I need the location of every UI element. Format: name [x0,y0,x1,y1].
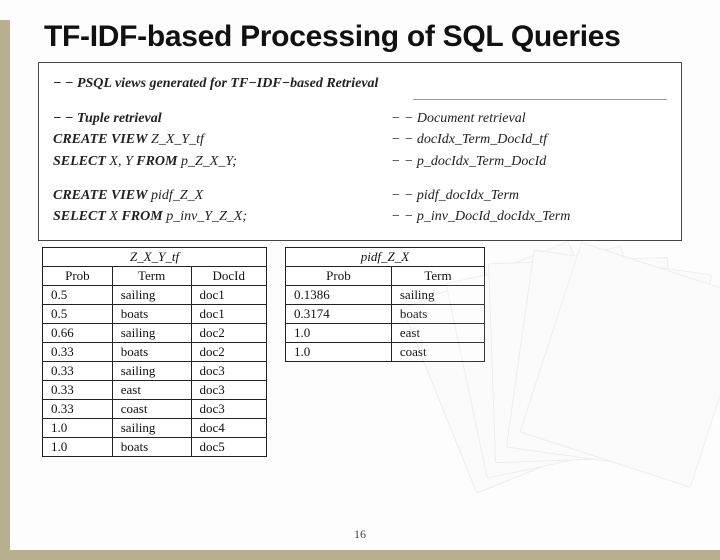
pidf-table: pidf_Z_X Prob Term 0.1386sailing0.3174bo… [285,247,485,362]
code-comment-pidf-docidx: − − pidf_docIdx_Term [391,185,667,207]
divider-line [413,99,667,100]
from-keyword: FROM [136,154,177,169]
cell-prob: 1.0 [43,438,113,457]
code-comment-p-docidx: − − p_docIdx_Term_DocId [391,151,667,173]
create-view-name: pidf_Z_X [148,188,204,203]
cell-prob: 0.3174 [286,305,392,324]
cell-prob: 0.5 [43,305,113,324]
tf-header-term: Term [112,267,191,286]
code-comment-p-inv: − − p_inv_DocId_docIdx_Term [391,206,667,228]
from-target: p_inv_Y_Z_X; [163,209,247,224]
from-target: p_Z_X_Y; [177,154,236,169]
table-row: 0.1386sailing [286,286,485,305]
select-cols: X, Y [106,154,136,169]
table-row: 1.0sailingdoc4 [43,419,267,438]
psql-views-code-box: − − PSQL views generated for TF−IDF−base… [38,62,682,241]
cell-docid: doc1 [191,286,266,305]
slide-title: TF-IDF-based Processing of SQL Queries [44,20,700,54]
table-row: 0.5sailingdoc1 [43,286,267,305]
code-comment-document-retrieval: − − Document retrieval [391,108,667,130]
cell-term: east [391,324,484,343]
code-comment-docidx-tf: − − docIdx_Term_DocId_tf [391,129,667,151]
cell-term: boats [391,305,484,324]
cell-term: boats [112,305,191,324]
table-row: 0.33sailingdoc3 [43,362,267,381]
tf-table-caption: Z_X_Y_tf [43,248,267,267]
tf-table: Z_X_Y_tf Prob Term DocId 0.5sailingdoc10… [42,247,267,457]
table-row: 0.33eastdoc3 [43,381,267,400]
cell-prob: 0.33 [43,362,113,381]
cell-term: coast [391,343,484,362]
cell-docid: doc5 [191,438,266,457]
table-row: 0.5boatsdoc1 [43,305,267,324]
cell-term: sailing [112,419,191,438]
cell-docid: doc3 [191,362,266,381]
pidf-header-term: Term [391,267,484,286]
table-row: 1.0coast [286,343,485,362]
code-comment-header: − − PSQL views generated for TF−IDF−base… [53,73,667,95]
tf-header-docid: DocId [191,267,266,286]
cell-docid: doc2 [191,343,266,362]
cell-term: sailing [112,324,191,343]
cell-prob: 0.33 [43,381,113,400]
table-row: 1.0east [286,324,485,343]
cell-prob: 1.0 [43,419,113,438]
from-keyword: FROM [121,209,162,224]
table-row: 0.3174boats [286,305,485,324]
table-row: 0.33boatsdoc2 [43,343,267,362]
cell-docid: doc3 [191,400,266,419]
select-keyword: SELECT [53,209,106,224]
pidf-header-prob: Prob [286,267,392,286]
table-row: 0.66sailingdoc2 [43,324,267,343]
cell-prob: 0.5 [43,286,113,305]
cell-term: boats [112,438,191,457]
code-select-tf: SELECT X, Y FROM p_Z_X_Y; [53,151,383,173]
cell-prob: 1.0 [286,324,392,343]
select-keyword: SELECT [53,154,106,169]
cell-docid: doc3 [191,381,266,400]
cell-prob: 0.33 [43,400,113,419]
pidf-table-caption: pidf_Z_X [286,248,485,267]
code-select-pidf: SELECT X FROM p_inv_Y_Z_X; [53,206,383,228]
table-row: 0.33coastdoc3 [43,400,267,419]
create-view-name: Z_X_Y_tf [148,132,204,147]
create-view-keyword: CREATE VIEW [53,188,148,203]
cell-term: east [112,381,191,400]
cell-docid: doc1 [191,305,266,324]
cell-prob: 0.66 [43,324,113,343]
table-row: 1.0boatsdoc5 [43,438,267,457]
cell-prob: 1.0 [286,343,392,362]
tf-header-prob: Prob [43,267,113,286]
cell-term: sailing [391,286,484,305]
create-view-keyword: CREATE VIEW [53,132,148,147]
cell-term: coast [112,400,191,419]
cell-docid: doc4 [191,419,266,438]
cell-term: sailing [112,286,191,305]
cell-prob: 0.1386 [286,286,392,305]
code-create-view-tf: CREATE VIEW Z_X_Y_tf [53,129,383,151]
cell-prob: 0.33 [43,343,113,362]
cell-term: sailing [112,362,191,381]
code-comment-tuple-retrieval: − − Tuple retrieval [53,108,383,130]
select-cols: X [106,209,122,224]
cell-docid: doc2 [191,324,266,343]
code-create-view-pidf: CREATE VIEW pidf_Z_X [53,185,383,207]
cell-term: boats [112,343,191,362]
